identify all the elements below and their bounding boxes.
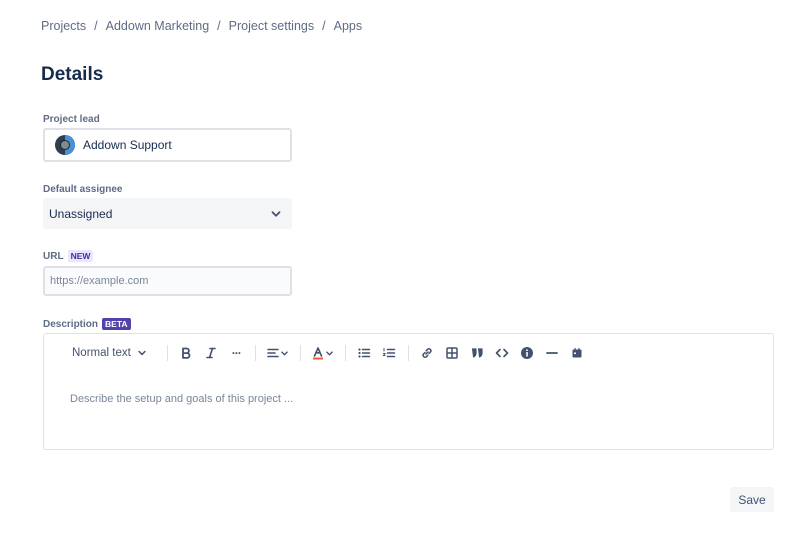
date-button[interactable] bbox=[565, 341, 590, 365]
toolbar-divider bbox=[344, 345, 346, 361]
text-style-dropdown[interactable]: Normal text bbox=[66, 341, 153, 365]
save-button[interactable]: Save bbox=[730, 487, 774, 512]
bullet-list-icon bbox=[358, 348, 371, 358]
breadcrumb-separator: / bbox=[217, 19, 221, 33]
url-label: URL NEW bbox=[43, 250, 94, 262]
more-icon: ··· bbox=[231, 346, 242, 360]
alignment-button[interactable] bbox=[262, 341, 294, 365]
breadcrumb-projects[interactable]: Projects bbox=[41, 19, 86, 33]
bold-icon bbox=[182, 347, 191, 359]
quote-button[interactable] bbox=[465, 341, 490, 365]
new-badge: NEW bbox=[67, 250, 94, 262]
code-button[interactable] bbox=[490, 341, 515, 365]
url-label-text: URL bbox=[43, 250, 64, 262]
divider-button[interactable] bbox=[540, 341, 565, 365]
quote-icon bbox=[472, 348, 483, 358]
editor-toolbar: Normal text ··· bbox=[44, 334, 773, 372]
breadcrumb-project-settings[interactable]: Project settings bbox=[229, 19, 314, 33]
breadcrumb-apps[interactable]: Apps bbox=[334, 19, 363, 33]
project-lead-label: Project lead bbox=[43, 114, 100, 125]
chevron-down-icon bbox=[271, 210, 281, 217]
info-panel-button[interactable] bbox=[515, 341, 540, 365]
chevron-down-icon bbox=[138, 350, 146, 356]
table-button[interactable] bbox=[440, 341, 465, 365]
link-icon bbox=[422, 348, 432, 358]
beta-badge: BETA bbox=[102, 318, 131, 330]
chevron-down-icon bbox=[326, 350, 334, 355]
toolbar-divider bbox=[254, 345, 256, 361]
text-style-label: Normal text bbox=[72, 347, 131, 359]
bold-button[interactable] bbox=[174, 341, 199, 365]
italic-icon bbox=[206, 347, 217, 359]
date-icon bbox=[572, 348, 582, 358]
url-input[interactable] bbox=[43, 266, 292, 296]
breadcrumb-project[interactable]: Addown Marketing bbox=[106, 19, 210, 33]
toolbar-divider bbox=[299, 345, 301, 361]
text-color-icon bbox=[313, 347, 324, 360]
code-icon bbox=[495, 348, 509, 358]
project-lead-picker[interactable]: Addown Support bbox=[43, 128, 292, 162]
default-assignee-select[interactable]: Unassigned bbox=[43, 198, 292, 229]
info-icon bbox=[521, 347, 534, 359]
project-lead-label-text: Project lead bbox=[43, 114, 100, 125]
description-placeholder: Describe the setup and goals of this pro… bbox=[70, 393, 294, 405]
description-label-text: Description bbox=[43, 318, 99, 330]
avatar bbox=[55, 135, 75, 155]
table-icon bbox=[446, 347, 459, 359]
breadcrumb-separator: / bbox=[322, 19, 326, 33]
default-assignee-value: Unassigned bbox=[49, 206, 113, 221]
numbered-list-icon bbox=[382, 348, 396, 358]
text-color-button[interactable] bbox=[307, 341, 339, 365]
italic-button[interactable] bbox=[199, 341, 224, 365]
project-lead-name: Addown Support bbox=[83, 138, 172, 152]
numbered-list-button[interactable] bbox=[377, 341, 402, 365]
chevron-down-icon bbox=[281, 350, 289, 355]
divider-icon bbox=[546, 352, 559, 354]
more-formatting-button[interactable]: ··· bbox=[224, 341, 249, 365]
link-button[interactable] bbox=[415, 341, 440, 365]
toolbar-divider bbox=[166, 345, 168, 361]
toolbar-divider bbox=[407, 345, 409, 361]
default-assignee-label: Default assignee bbox=[43, 184, 122, 195]
default-assignee-label-text: Default assignee bbox=[43, 184, 123, 195]
breadcrumb-separator: / bbox=[94, 19, 98, 33]
description-label: Description BETA bbox=[43, 318, 131, 330]
page-title: Details bbox=[41, 64, 104, 85]
description-editor[interactable]: Normal text ··· Describe the setup and g… bbox=[43, 333, 774, 450]
bullet-list-button[interactable] bbox=[352, 341, 377, 365]
align-icon bbox=[267, 348, 280, 358]
breadcrumb: Projects / Addown Marketing / Project se… bbox=[41, 19, 362, 33]
